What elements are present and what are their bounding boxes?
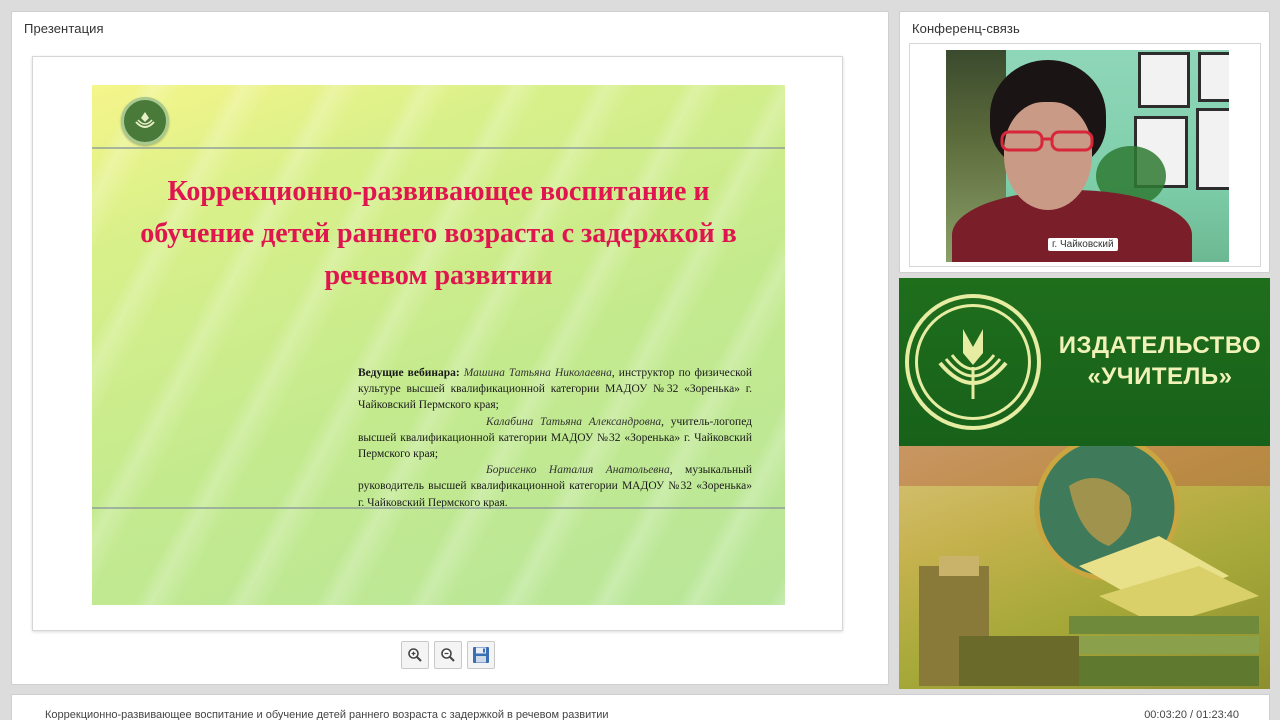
books-globe-image [899,446,1270,689]
video-person-face [1004,102,1092,210]
publisher-name-line1: ИЗДАТЕЛЬСТВО [1058,332,1262,359]
zoom-out-icon [441,648,455,662]
conference-panel-title: Конференц-связь [912,21,1020,36]
publisher-banner[interactable]: ИЗДАТЕЛЬСТВО «УЧИТЕЛЬ» [899,278,1270,446]
video-portrait-4 [1196,108,1229,190]
zoom-in-button[interactable] [401,641,429,669]
slide-hosts-block: Ведущие вебинара: Машина Татьяна Николае… [358,365,752,511]
webinar-title: Коррекционно-развивающее воспитание и об… [45,709,609,720]
slide-bottom-divider [92,507,785,509]
webcam-video[interactable]: г. Чайковский [946,50,1229,262]
video-location-label: г. Чайковский [1048,238,1118,251]
conference-panel: Конференц-связь г. Чайковский [899,11,1270,273]
presentation-panel-title: Презентация [24,21,104,36]
playback-bar: Коррекционно-развивающее воспитание и об… [11,694,1270,720]
host-1-name: Машина Татьяна Николаевна [463,367,612,379]
presentation-panel: Презентация Коррекционно-развивающее вос… [11,11,889,685]
slide-heading: Коррекционно-развивающее воспитание и об… [140,176,737,291]
playback-time: 00:03:20 / 01:23:40 [1144,709,1239,720]
publisher-emblem-icon [905,294,1041,430]
save-button[interactable] [467,641,495,669]
slide-viewer[interactable]: Коррекционно-развивающее воспитание и об… [32,56,843,631]
glasses-icon [1000,130,1094,152]
video-container: г. Чайковский [909,43,1261,267]
slide-toolbar [401,641,495,669]
video-portrait-1 [1138,52,1190,108]
zoom-out-button[interactable] [434,641,462,669]
slide: Коррекционно-развивающее воспитание и об… [92,85,785,605]
hosts-label: Ведущие вебинара: [358,367,460,379]
publisher-name-line2: «УЧИТЕЛЬ» [1087,363,1233,390]
host-3-name: Борисенко Наталия Анатольевна [486,464,670,477]
publisher-name: ИЗДАТЕЛЬСТВО «УЧИТЕЛЬ» [1055,330,1265,392]
publisher-logo-icon [121,97,169,145]
video-portrait-2 [1198,52,1229,102]
zoom-in-icon [408,648,422,662]
slide-top-divider [92,147,785,149]
floppy-disk-icon [473,647,489,663]
host-2-name: Калабина Татьяна Александровна [486,415,662,428]
